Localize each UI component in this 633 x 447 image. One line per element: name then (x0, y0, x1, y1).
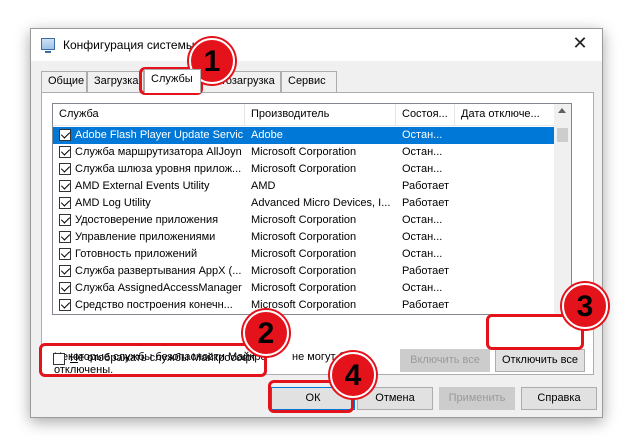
msconfig-app-icon (41, 38, 55, 53)
table-row[interactable]: Служба шлюза уровня прилож... Microsoft … (53, 161, 555, 178)
table-row[interactable]: Служба AssignedAccessManager Microsoft C… (53, 280, 555, 297)
table-row[interactable]: Готовность приложений Microsoft Corporat… (53, 246, 555, 263)
table-row[interactable]: AMD Log Utility Advanced Micro Devices, … (53, 195, 555, 212)
tab-boot[interactable]: Загрузка (87, 71, 144, 92)
tab-general[interactable]: Общие (41, 71, 87, 92)
column-manufacturer[interactable]: Производитель (245, 104, 396, 126)
service-checkbox[interactable] (59, 129, 71, 141)
vertical-scrollbar[interactable] (554, 104, 571, 314)
scroll-up-icon[interactable] (558, 108, 566, 113)
services-list: Служба Производитель Состоя... Дата откл… (52, 103, 572, 315)
table-row[interactable]: Служба маршрутизатора AllJoyn Microsoft … (53, 144, 555, 161)
service-checkbox[interactable] (59, 265, 71, 277)
service-checkbox[interactable] (59, 248, 71, 260)
table-row[interactable]: Средство построения конечн... Microsoft … (53, 297, 555, 314)
service-checkbox[interactable] (59, 214, 71, 226)
service-checkbox[interactable] (59, 163, 71, 175)
service-checkbox[interactable] (59, 299, 71, 311)
table-row[interactable]: AMD External Events Utility AMD Работает (53, 178, 555, 195)
table-row[interactable]: Служба развертывания AppX (... Microsoft… (53, 263, 555, 280)
callout-hide-ms (39, 343, 267, 377)
column-date-disabled[interactable]: Дата отключе... (455, 104, 555, 126)
service-checkbox[interactable] (59, 146, 71, 158)
apply-button[interactable]: Применить (439, 387, 515, 410)
disable-all-button[interactable]: Отключить все (495, 349, 585, 372)
help-button[interactable]: Справка (521, 387, 597, 410)
enable-all-button[interactable]: Включить все (400, 349, 490, 372)
service-checkbox[interactable] (59, 180, 71, 192)
title-bar: Конфигурация системы ✕ (31, 29, 602, 61)
scroll-thumb[interactable] (557, 128, 568, 142)
service-checkbox[interactable] (59, 282, 71, 294)
service-checkbox[interactable] (59, 231, 71, 243)
tab-tools[interactable]: Сервис (281, 71, 337, 92)
window-title: Конфигурация системы (63, 38, 195, 52)
service-checkbox[interactable] (59, 197, 71, 209)
table-row[interactable]: Удостоверение приложения Microsoft Corpo… (53, 212, 555, 229)
tab-services[interactable]: Службы (144, 69, 201, 93)
step-badge-4: 4 (330, 352, 376, 398)
column-status[interactable]: Состоя... (396, 104, 455, 126)
table-row[interactable]: Управление приложениями Microsoft Corpor… (53, 229, 555, 246)
step-badge-2: 2 (243, 310, 289, 356)
column-service[interactable]: Служба (53, 104, 245, 126)
close-icon[interactable]: ✕ (568, 33, 592, 54)
step-badge-3: 3 (562, 283, 608, 329)
table-row[interactable]: Adobe Flash Player Update Service Adobe … (53, 127, 555, 144)
list-header: Служба Производитель Состоя... Дата откл… (53, 104, 571, 126)
